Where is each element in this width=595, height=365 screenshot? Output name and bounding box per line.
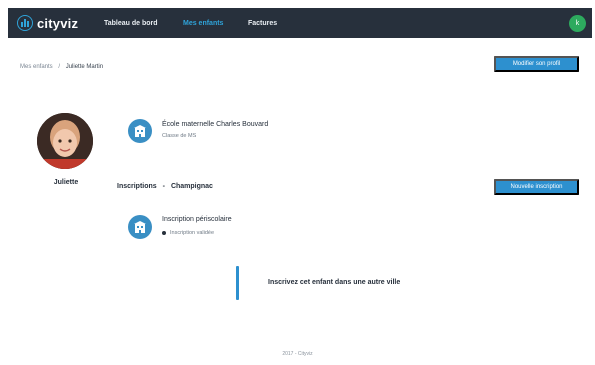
edit-profile-button[interactable]: Modifier son profil — [494, 56, 579, 72]
inscription-status: Inscription validée — [162, 230, 214, 236]
inscriptions-heading: Inscriptions - Champignac — [117, 183, 213, 190]
school-building-icon — [128, 215, 152, 239]
breadcrumb: Mes enfants / Juliette Martin — [20, 64, 103, 70]
child-photo-avatar — [37, 113, 93, 169]
user-avatar[interactable]: k — [569, 15, 586, 32]
inscriptions-separator: - — [162, 183, 165, 190]
inscriptions-city: Champignac — [170, 183, 213, 190]
nav-tableau-de-bord[interactable]: Tableau de bord — [104, 20, 158, 27]
callout-accent-bar — [236, 266, 239, 300]
inscription-title[interactable]: Inscription périscolaire — [162, 216, 232, 223]
school-class: Classe de MS — [162, 133, 197, 139]
breadcrumb-separator: / — [58, 64, 61, 70]
nav-factures[interactable]: Factures — [248, 20, 277, 27]
inscriptions-title: Inscriptions — [117, 183, 157, 190]
other-city-link[interactable]: Inscrivez cet enfant dans une autre vill… — [268, 279, 400, 286]
child-name: Juliette — [53, 179, 79, 186]
nav-mes-enfants[interactable]: Mes enfants — [183, 20, 223, 27]
breadcrumb-mes-enfants[interactable]: Mes enfants — [20, 64, 53, 70]
app-name: cityviz — [37, 15, 79, 31]
inscription-status-label: Inscription validée — [170, 230, 215, 236]
top-navbar: cityviz Tableau de bord Mes enfants Fact… — [8, 8, 592, 38]
breadcrumb-current: Juliette Martin — [65, 64, 104, 70]
cityviz-logo-icon — [17, 15, 33, 31]
status-dot-icon — [162, 231, 166, 235]
new-inscription-button[interactable]: Nouvelle inscription — [494, 179, 579, 195]
school-name[interactable]: École maternelle Charles Bouvard — [162, 121, 268, 128]
school-building-icon — [128, 119, 152, 143]
cityviz-logo[interactable]: cityviz — [17, 15, 78, 31]
footer-copyright: 2017 - Cityviz — [282, 351, 313, 357]
